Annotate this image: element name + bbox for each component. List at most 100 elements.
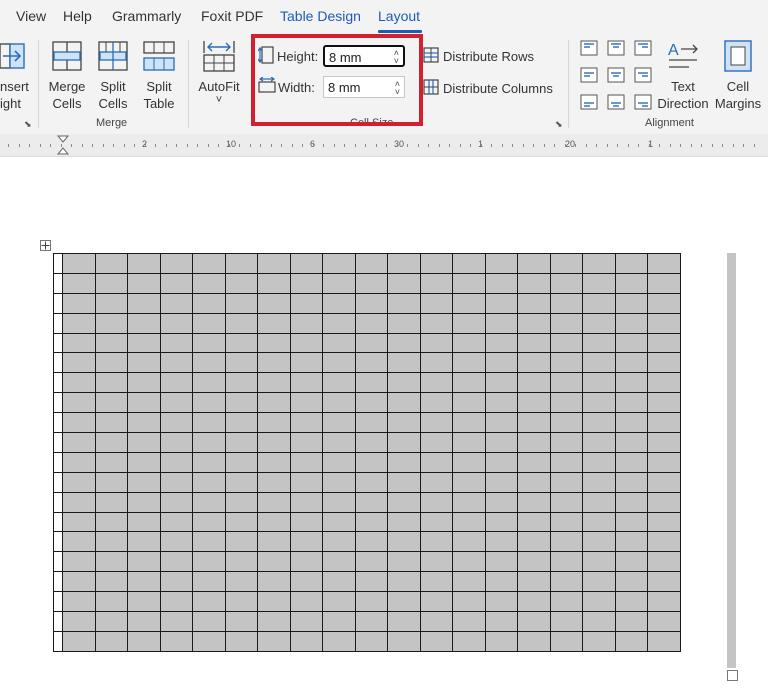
- table-cell[interactable]: [647, 392, 681, 414]
- table-cell[interactable]: [94, 611, 128, 632]
- table-cell[interactable]: [582, 392, 616, 414]
- table-cell[interactable]: [257, 551, 291, 573]
- table-cell[interactable]: [289, 451, 323, 473]
- table-cell[interactable]: [224, 432, 258, 453]
- table-cell[interactable]: [224, 630, 258, 652]
- table-cell[interactable]: [354, 591, 388, 613]
- table-cell[interactable]: [94, 352, 128, 374]
- table-cell[interactable]: [192, 372, 226, 394]
- table-cell[interactable]: [517, 551, 551, 573]
- table-cell[interactable]: [159, 511, 193, 533]
- table-cell[interactable]: [452, 432, 486, 453]
- table-cell[interactable]: [159, 392, 193, 414]
- table-cell[interactable]: [94, 312, 128, 334]
- table-cell[interactable]: [614, 491, 648, 513]
- table-cell[interactable]: [53, 432, 63, 453]
- table-cell[interactable]: [517, 312, 551, 334]
- table-cell[interactable]: [614, 531, 648, 553]
- table-cell[interactable]: [159, 531, 193, 553]
- table-cell[interactable]: [53, 272, 63, 294]
- table-cell[interactable]: [322, 332, 356, 354]
- table-cell[interactable]: [94, 392, 128, 414]
- table-cell[interactable]: [614, 292, 648, 314]
- table-cell[interactable]: [53, 292, 63, 314]
- table-cell[interactable]: [224, 332, 258, 354]
- table-cell[interactable]: [94, 511, 128, 533]
- table-cell[interactable]: [582, 253, 616, 274]
- table-cell[interactable]: [192, 471, 226, 493]
- table-cell[interactable]: [192, 611, 226, 632]
- table-cell[interactable]: [484, 471, 518, 493]
- table-cell[interactable]: [322, 312, 356, 334]
- table-cell[interactable]: [614, 511, 648, 533]
- menu-grammarly[interactable]: Grammarly: [112, 8, 181, 24]
- table-cell[interactable]: [549, 551, 583, 573]
- table-cell[interactable]: [354, 352, 388, 374]
- table-cell[interactable]: [159, 292, 193, 314]
- table-cell[interactable]: [62, 312, 96, 334]
- table-cell[interactable]: [419, 312, 453, 334]
- table-cell[interactable]: [549, 272, 583, 294]
- table-cell[interactable]: [452, 272, 486, 294]
- table-cell[interactable]: [53, 253, 63, 274]
- table-cell[interactable]: [614, 352, 648, 374]
- table-cell[interactable]: [53, 611, 63, 632]
- table-cell[interactable]: [484, 392, 518, 414]
- table-cell[interactable]: [192, 432, 226, 453]
- table-cell[interactable]: [354, 292, 388, 314]
- table-cell[interactable]: [452, 352, 486, 374]
- table-cell[interactable]: [484, 591, 518, 613]
- table-cell[interactable]: [289, 432, 323, 453]
- table-cell[interactable]: [192, 312, 226, 334]
- table-cell[interactable]: [159, 571, 193, 593]
- table-cell[interactable]: [192, 392, 226, 414]
- table-cell[interactable]: [647, 630, 681, 652]
- table-cell[interactable]: [257, 591, 291, 613]
- table-cell[interactable]: [62, 352, 96, 374]
- table-cell[interactable]: [614, 471, 648, 493]
- table-cell[interactable]: [614, 571, 648, 593]
- align-bottom-left-icon[interactable]: [580, 94, 598, 110]
- table-cell[interactable]: [582, 471, 616, 493]
- table-cell[interactable]: [419, 611, 453, 632]
- table-cell[interactable]: [224, 412, 258, 434]
- table-cell[interactable]: [62, 591, 96, 613]
- table-cell[interactable]: [484, 432, 518, 453]
- table-cell[interactable]: [94, 332, 128, 354]
- table-cell[interactable]: [549, 253, 583, 274]
- table-cell[interactable]: [452, 451, 486, 473]
- table-cell[interactable]: [62, 332, 96, 354]
- table-cell[interactable]: [387, 531, 421, 553]
- table-cell[interactable]: [484, 253, 518, 274]
- table-cell[interactable]: [94, 531, 128, 553]
- table-cell[interactable]: [289, 491, 323, 513]
- table-cell[interactable]: [484, 412, 518, 434]
- align-top-left-icon[interactable]: [580, 40, 598, 56]
- table-cell[interactable]: [582, 272, 616, 294]
- table-cell[interactable]: [387, 412, 421, 434]
- table-cell[interactable]: [159, 591, 193, 613]
- table-cell[interactable]: [224, 272, 258, 294]
- table-cell[interactable]: [127, 551, 161, 573]
- table-cell[interactable]: [289, 611, 323, 632]
- horizontal-ruler[interactable]: 2 10 6 30 1 20 1: [0, 134, 768, 157]
- table-cell[interactable]: [127, 571, 161, 593]
- table-cell[interactable]: [289, 630, 323, 652]
- table-cell[interactable]: [354, 611, 388, 632]
- table-cell[interactable]: [62, 571, 96, 593]
- table-cell[interactable]: [452, 412, 486, 434]
- table-cell[interactable]: [387, 491, 421, 513]
- table-cell[interactable]: [582, 491, 616, 513]
- table-cell[interactable]: [192, 272, 226, 294]
- table-cell[interactable]: [322, 292, 356, 314]
- table-cell[interactable]: [452, 372, 486, 394]
- table-cell[interactable]: [53, 312, 63, 334]
- table-cell[interactable]: [192, 571, 226, 593]
- table-cell[interactable]: [289, 392, 323, 414]
- table-cell[interactable]: [614, 392, 648, 414]
- table-cell[interactable]: [192, 630, 226, 652]
- table-cell[interactable]: [614, 332, 648, 354]
- table-cell[interactable]: [582, 332, 616, 354]
- table-cell[interactable]: [159, 451, 193, 473]
- table-cell[interactable]: [322, 272, 356, 294]
